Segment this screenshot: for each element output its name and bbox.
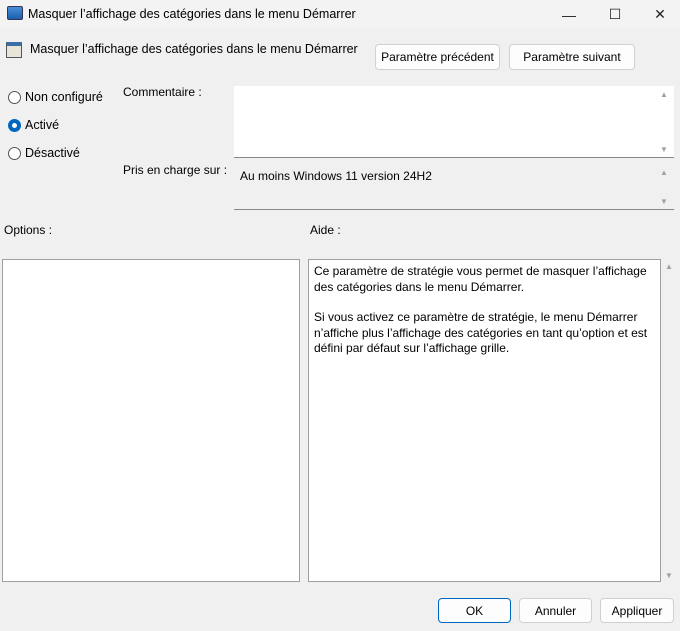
radio-enabled[interactable]: Activé bbox=[8, 118, 59, 132]
app-icon bbox=[7, 6, 23, 20]
scroll-up-icon[interactable]: ▲ bbox=[660, 168, 668, 177]
apply-button[interactable]: Appliquer bbox=[600, 598, 674, 623]
help-paragraph: Si vous activez ce paramètre de stratégi… bbox=[314, 310, 648, 355]
help-pane: Ce paramètre de stratégie vous permet de… bbox=[308, 259, 661, 582]
previous-setting-button[interactable]: Paramètre précédent bbox=[375, 44, 500, 70]
options-pane bbox=[2, 259, 300, 582]
comment-textarea[interactable]: ▲ ▼ bbox=[234, 86, 674, 158]
radio-disabled[interactable]: Désactivé bbox=[8, 146, 80, 160]
help-label: Aide : bbox=[310, 223, 341, 237]
close-button[interactable]: ✕ bbox=[637, 0, 680, 29]
radio-not-configured[interactable]: Non configuré bbox=[8, 90, 103, 104]
scroll-up-icon[interactable]: ▲ bbox=[660, 90, 668, 99]
minimize-button[interactable]: — bbox=[546, 0, 592, 29]
scroll-down-icon[interactable]: ▼ bbox=[665, 571, 673, 580]
policy-icon bbox=[6, 42, 22, 58]
radio-circle[interactable] bbox=[8, 90, 21, 104]
ok-button[interactable]: OK bbox=[438, 598, 511, 623]
supported-field: Au moins Windows 11 version 24H2 ▲ ▼ bbox=[234, 164, 674, 210]
radio-label: Non configuré bbox=[25, 90, 103, 104]
maximize-button[interactable]: ☐ bbox=[592, 0, 638, 29]
scroll-up-icon[interactable]: ▲ bbox=[665, 262, 673, 271]
help-paragraph: Ce paramètre de stratégie vous permet de… bbox=[314, 264, 647, 294]
supported-value: Au moins Windows 11 version 24H2 bbox=[240, 169, 432, 183]
radio-label: Activé bbox=[25, 118, 60, 132]
window-title: Masquer l’affichage des catégories dans … bbox=[28, 7, 356, 21]
radio-circle[interactable] bbox=[8, 146, 21, 160]
scroll-down-icon[interactable]: ▼ bbox=[660, 197, 668, 206]
scroll-down-icon[interactable]: ▼ bbox=[660, 145, 668, 154]
options-label: Options : bbox=[4, 223, 53, 237]
comment-scrollbar[interactable]: ▲ ▼ bbox=[657, 90, 671, 154]
policy-title: Masquer l’affichage des catégories dans … bbox=[30, 42, 358, 56]
radio-circle[interactable] bbox=[8, 118, 21, 132]
help-scrollbar[interactable]: ▲ ▼ bbox=[662, 262, 676, 580]
cancel-button[interactable]: Annuler bbox=[519, 598, 592, 623]
supported-label: Pris en charge sur : bbox=[123, 163, 228, 177]
next-setting-button[interactable]: Paramètre suivant bbox=[509, 44, 635, 70]
radio-label: Désactivé bbox=[25, 146, 80, 160]
supported-scrollbar[interactable]: ▲ ▼ bbox=[657, 168, 671, 206]
comment-label: Commentaire : bbox=[123, 85, 202, 99]
